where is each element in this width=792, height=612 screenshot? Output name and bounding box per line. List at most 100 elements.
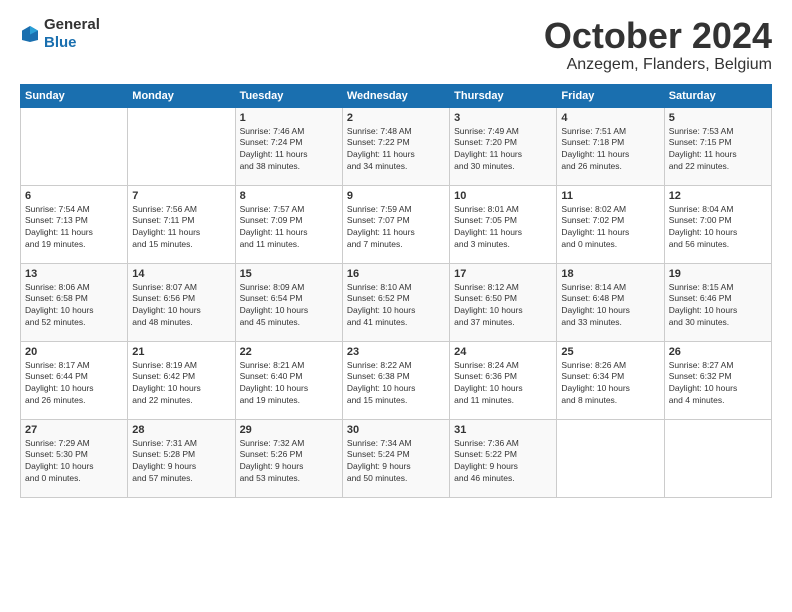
day-info: Sunrise: 8:01 AM Sunset: 7:05 PM Dayligh… — [454, 204, 552, 252]
day-info: Sunrise: 7:53 AM Sunset: 7:15 PM Dayligh… — [669, 126, 767, 174]
day-cell: 31 Sunrise: 7:36 AM Sunset: 5:22 PM Dayli… — [450, 419, 557, 497]
day-cell: 8 Sunrise: 7:57 AM Sunset: 7:09 PM Daylig… — [235, 185, 342, 263]
day-number: 18 — [561, 268, 659, 280]
week-row-2: 6Sunrise: 7:54 AM Sunset: 7:13 PM Daylig… — [21, 185, 772, 263]
day-cell: 23 Sunrise: 8:22 AM Sunset: 6:38 PM Dayli… — [342, 341, 449, 419]
day-cell: 13Sunrise: 8:06 AM Sunset: 6:58 PM Dayli… — [21, 263, 128, 341]
day-number: 22 — [240, 346, 338, 358]
day-cell: 16 Sunrise: 8:10 AM Sunset: 6:52 PM Dayli… — [342, 263, 449, 341]
day-info: Sunrise: 7:32 AM Sunset: 5:26 PM Dayligh… — [240, 438, 338, 486]
day-info: Sunrise: 7:34 AM Sunset: 5:24 PM Dayligh… — [347, 438, 445, 486]
day-cell: 9Sunrise: 7:59 AM Sunset: 7:07 PM Daylig… — [342, 185, 449, 263]
day-number: 27 — [25, 424, 123, 436]
day-info: Sunrise: 8:07 AM Sunset: 6:56 PM Dayligh… — [132, 282, 230, 330]
day-cell: 2 Sunrise: 7:48 AM Sunset: 7:22 PM Daylig… — [342, 107, 449, 185]
day-number: 25 — [561, 346, 659, 358]
week-row-1: 1 Sunrise: 7:46 AM Sunset: 7:24 PM Daylig… — [21, 107, 772, 185]
day-cell: 6Sunrise: 7:54 AM Sunset: 7:13 PM Daylig… — [21, 185, 128, 263]
day-cell — [128, 107, 235, 185]
day-info: Sunrise: 7:49 AM Sunset: 7:20 PM Dayligh… — [454, 126, 552, 174]
day-info: Sunrise: 8:14 AM Sunset: 6:48 PM Dayligh… — [561, 282, 659, 330]
day-number: 23 — [347, 346, 445, 358]
day-info: Sunrise: 7:31 AM Sunset: 5:28 PM Dayligh… — [132, 438, 230, 486]
day-number: 24 — [454, 346, 552, 358]
logo-blue: Blue — [44, 34, 77, 51]
week-row-5: 27 Sunrise: 7:29 AM Sunset: 5:30 PM Dayli… — [21, 419, 772, 497]
week-row-3: 13Sunrise: 8:06 AM Sunset: 6:58 PM Dayli… — [21, 263, 772, 341]
day-number: 31 — [454, 424, 552, 436]
weekday-header-monday: Monday — [128, 84, 235, 107]
day-cell: 24 Sunrise: 8:24 AM Sunset: 6:36 PM Dayli… — [450, 341, 557, 419]
day-info: Sunrise: 8:04 AM Sunset: 7:00 PM Dayligh… — [669, 204, 767, 252]
title-block: October 2024 Anzegem, Flanders, Belgium — [544, 16, 772, 74]
day-cell: 10Sunrise: 8:01 AM Sunset: 7:05 PM Dayli… — [450, 185, 557, 263]
day-number: 14 — [132, 268, 230, 280]
day-number: 7 — [132, 190, 230, 202]
day-info: Sunrise: 7:57 AM Sunset: 7:09 PM Dayligh… — [240, 204, 338, 252]
day-info: Sunrise: 8:12 AM Sunset: 6:50 PM Dayligh… — [454, 282, 552, 330]
day-cell: 20 Sunrise: 8:17 AM Sunset: 6:44 PM Dayli… — [21, 341, 128, 419]
day-cell: 19 Sunrise: 8:15 AM Sunset: 6:46 PM Dayli… — [664, 263, 771, 341]
day-info: Sunrise: 7:48 AM Sunset: 7:22 PM Dayligh… — [347, 126, 445, 174]
day-cell: 30Sunrise: 7:34 AM Sunset: 5:24 PM Dayli… — [342, 419, 449, 497]
weekday-header-tuesday: Tuesday — [235, 84, 342, 107]
day-cell: 28 Sunrise: 7:31 AM Sunset: 5:28 PM Dayli… — [128, 419, 235, 497]
day-number: 3 — [454, 112, 552, 124]
day-number: 16 — [347, 268, 445, 280]
day-cell: 22 Sunrise: 8:21 AM Sunset: 6:40 PM Dayli… — [235, 341, 342, 419]
day-info: Sunrise: 8:19 AM Sunset: 6:42 PM Dayligh… — [132, 360, 230, 408]
day-cell: 14 Sunrise: 8:07 AM Sunset: 6:56 PM Dayli… — [128, 263, 235, 341]
day-cell: 4Sunrise: 7:51 AM Sunset: 7:18 PM Daylig… — [557, 107, 664, 185]
day-number: 29 — [240, 424, 338, 436]
day-info: Sunrise: 7:59 AM Sunset: 7:07 PM Dayligh… — [347, 204, 445, 252]
day-number: 21 — [132, 346, 230, 358]
day-cell: 15Sunrise: 8:09 AM Sunset: 6:54 PM Dayli… — [235, 263, 342, 341]
location-title: Anzegem, Flanders, Belgium — [544, 56, 772, 74]
day-info: Sunrise: 8:24 AM Sunset: 6:36 PM Dayligh… — [454, 360, 552, 408]
day-number: 2 — [347, 112, 445, 124]
day-number: 11 — [561, 190, 659, 202]
day-cell: 18 Sunrise: 8:14 AM Sunset: 6:48 PM Dayli… — [557, 263, 664, 341]
day-info: Sunrise: 8:02 AM Sunset: 7:02 PM Dayligh… — [561, 204, 659, 252]
day-cell — [664, 419, 771, 497]
day-info: Sunrise: 8:17 AM Sunset: 6:44 PM Dayligh… — [25, 360, 123, 408]
day-cell: 27 Sunrise: 7:29 AM Sunset: 5:30 PM Dayli… — [21, 419, 128, 497]
logo: General Blue — [20, 16, 100, 52]
month-title: October 2024 — [544, 16, 772, 56]
day-cell: 7Sunrise: 7:56 AM Sunset: 7:11 PM Daylig… — [128, 185, 235, 263]
day-info: Sunrise: 8:26 AM Sunset: 6:34 PM Dayligh… — [561, 360, 659, 408]
day-number: 1 — [240, 112, 338, 124]
weekday-header-saturday: Saturday — [664, 84, 771, 107]
day-number: 19 — [669, 268, 767, 280]
day-info: Sunrise: 8:15 AM Sunset: 6:46 PM Dayligh… — [669, 282, 767, 330]
day-cell: 25 Sunrise: 8:26 AM Sunset: 6:34 PM Dayli… — [557, 341, 664, 419]
day-info: Sunrise: 8:27 AM Sunset: 6:32 PM Dayligh… — [669, 360, 767, 408]
day-cell: 29 Sunrise: 7:32 AM Sunset: 5:26 PM Dayli… — [235, 419, 342, 497]
header: General Blue October 2024 Anzegem, Fland… — [20, 16, 772, 74]
logo-general: General — [44, 16, 100, 33]
day-number: 12 — [669, 190, 767, 202]
weekday-header-row: SundayMondayTuesdayWednesdayThursdayFrid… — [21, 84, 772, 107]
day-info: Sunrise: 8:22 AM Sunset: 6:38 PM Dayligh… — [347, 360, 445, 408]
day-cell: 21 Sunrise: 8:19 AM Sunset: 6:42 PM Dayli… — [128, 341, 235, 419]
day-info: Sunrise: 7:46 AM Sunset: 7:24 PM Dayligh… — [240, 126, 338, 174]
day-cell — [21, 107, 128, 185]
day-info: Sunrise: 7:29 AM Sunset: 5:30 PM Dayligh… — [25, 438, 123, 486]
day-number: 28 — [132, 424, 230, 436]
day-number: 4 — [561, 112, 659, 124]
day-number: 13 — [25, 268, 123, 280]
day-info: Sunrise: 7:54 AM Sunset: 7:13 PM Dayligh… — [25, 204, 123, 252]
day-cell: 11 Sunrise: 8:02 AM Sunset: 7:02 PM Dayli… — [557, 185, 664, 263]
calendar-table: SundayMondayTuesdayWednesdayThursdayFrid… — [20, 84, 772, 498]
day-info: Sunrise: 7:36 AM Sunset: 5:22 PM Dayligh… — [454, 438, 552, 486]
day-cell: 26Sunrise: 8:27 AM Sunset: 6:32 PM Dayli… — [664, 341, 771, 419]
day-cell: 1 Sunrise: 7:46 AM Sunset: 7:24 PM Daylig… — [235, 107, 342, 185]
day-info: Sunrise: 8:10 AM Sunset: 6:52 PM Dayligh… — [347, 282, 445, 330]
day-number: 20 — [25, 346, 123, 358]
day-cell: 3 Sunrise: 7:49 AM Sunset: 7:20 PM Daylig… — [450, 107, 557, 185]
day-info: Sunrise: 8:21 AM Sunset: 6:40 PM Dayligh… — [240, 360, 338, 408]
day-number: 8 — [240, 190, 338, 202]
day-cell — [557, 419, 664, 497]
weekday-header-friday: Friday — [557, 84, 664, 107]
weekday-header-wednesday: Wednesday — [342, 84, 449, 107]
